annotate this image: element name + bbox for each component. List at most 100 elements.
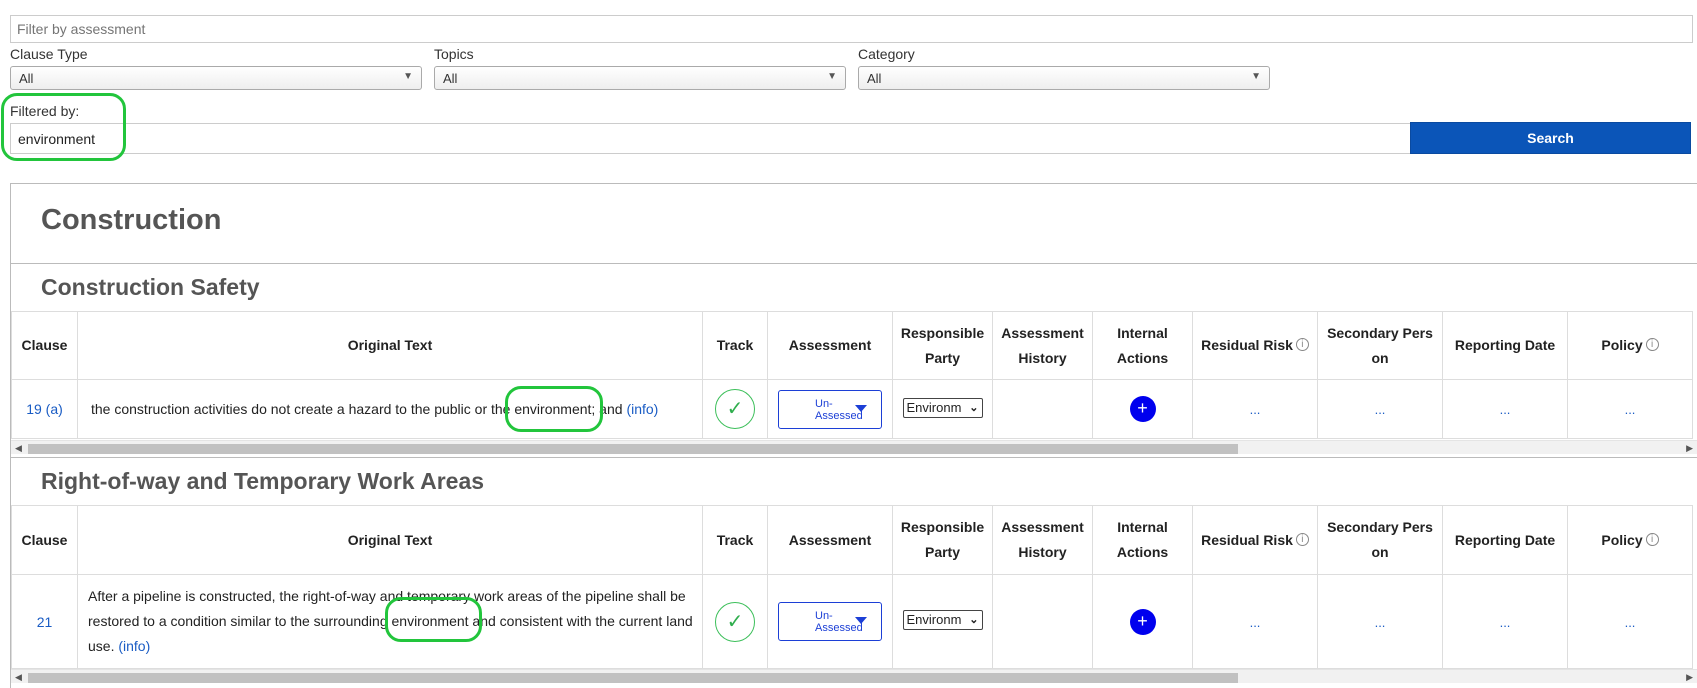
scroll-right-icon[interactable]: ▶ <box>1686 443 1693 454</box>
clause-type-select[interactable]: All ▼ <box>10 66 422 90</box>
col-policy: Policy i <box>1567 311 1693 380</box>
col-assessment: Assessment <box>767 505 893 575</box>
caret-down-icon <box>855 404 867 412</box>
search-button[interactable]: Search <box>1410 122 1691 154</box>
col-internal-actions: Internal Actions <box>1092 505 1193 575</box>
policy-cell: ... <box>1567 574 1693 669</box>
secondary-person-cell: ... <box>1317 379 1443 439</box>
col-track: Track <box>702 505 768 575</box>
col-clause: Clause <box>11 505 78 575</box>
info-icon[interactable]: i <box>1295 532 1309 546</box>
filtered-by-input[interactable] <box>10 123 1412 154</box>
info-icon[interactable]: i <box>1645 338 1659 351</box>
responsible-cell: Environm ⌄ <box>892 574 993 669</box>
topics-value: All <box>443 71 458 86</box>
clause-cell: 19 (a) <box>11 379 78 439</box>
page-title: Construction <box>41 204 222 236</box>
search-match: environment <box>514 400 592 417</box>
actions-cell: + <box>1092 574 1193 669</box>
assessment-page: Clause Type All ▼ Topics All ▼ Category … <box>0 0 1697 688</box>
original-text-cell: the construction activities do not creat… <box>77 379 703 439</box>
check-icon[interactable]: ✓ <box>715 389 755 429</box>
col-original-text: Original Text <box>77 505 703 575</box>
info-icon[interactable]: i <box>1645 532 1659 546</box>
chevron-down-icon: ▼ <box>403 71 413 82</box>
residual-risk-value[interactable]: ... <box>1250 402 1261 417</box>
reporting-date-cell: ... <box>1442 379 1568 439</box>
col-residual-risk: Residual Risk i <box>1192 311 1318 380</box>
category-select[interactable]: All ▼ <box>858 66 1270 90</box>
check-icon[interactable]: ✓ <box>715 601 755 642</box>
filtered-by-label: Filtered by: <box>10 103 80 119</box>
reporting-date-value[interactable]: ... <box>1500 402 1511 417</box>
chevron-down-icon: ▼ <box>827 71 837 82</box>
col-responsible-party: Responsible Party <box>892 505 993 575</box>
clause-link[interactable]: 19 (a) <box>26 401 63 417</box>
residual-risk-value[interactable]: ... <box>1250 615 1261 630</box>
info-link[interactable]: (info) <box>626 401 658 417</box>
table-row: 21 After a pipeline is constructed, the … <box>11 574 1693 669</box>
table-header-row: Clause Original Text Track Assessment Re… <box>11 505 1693 575</box>
clause-cell: 21 <box>11 574 78 669</box>
assessment-cell: Un- Assessed <box>767 379 893 439</box>
col-policy: Policy i <box>1567 505 1693 575</box>
section-divider <box>10 457 1697 458</box>
assessment-dropdown[interactable]: Un- Assessed <box>778 602 882 641</box>
secondary-person-value[interactable]: ... <box>1375 402 1386 417</box>
caret-down-icon <box>855 617 867 624</box>
scrollbar-thumb[interactable] <box>28 444 1238 454</box>
policy-cell: ... <box>1567 379 1693 439</box>
col-track: Track <box>702 311 768 380</box>
scroll-left-icon[interactable]: ◀ <box>15 443 22 454</box>
history-cell <box>992 379 1093 439</box>
clause-link[interactable]: 21 <box>37 614 53 630</box>
info-icon[interactable]: i <box>1295 338 1309 351</box>
secondary-person-value[interactable]: ... <box>1375 615 1386 630</box>
col-secondary-person: Secondary Pers on <box>1317 505 1443 575</box>
col-internal-actions: Internal Actions <box>1092 311 1193 380</box>
original-text-cell: After a pipeline is constructed, the rig… <box>77 574 703 669</box>
track-cell: ✓ <box>702 574 768 669</box>
info-link[interactable]: (info) <box>118 638 150 654</box>
assessment-dropdown[interactable]: Un- Assessed <box>778 389 882 429</box>
assessment-cell: Un- Assessed <box>767 574 893 669</box>
history-cell <box>992 574 1093 669</box>
reporting-date-value[interactable]: ... <box>1500 615 1511 630</box>
topics-select[interactable]: All ▼ <box>434 66 846 90</box>
category-label: Category <box>858 46 915 62</box>
col-reporting-date: Reporting Date <box>1442 505 1568 575</box>
track-cell: ✓ <box>702 379 768 439</box>
responsible-cell: Environm ⌄ <box>892 379 993 439</box>
section-divider <box>10 263 1697 264</box>
chevron-down-icon: ⌄ <box>969 614 979 626</box>
secondary-person-cell: ... <box>1317 574 1443 669</box>
policy-value[interactable]: ... <box>1625 402 1636 417</box>
add-action-button[interactable]: + <box>1129 608 1156 635</box>
category-value: All <box>867 71 882 86</box>
responsible-party-select[interactable]: Environm ⌄ <box>902 397 983 418</box>
horizontal-scrollbar[interactable]: ◀ ▶ <box>11 440 1697 454</box>
responsible-party-select[interactable]: Environm ⌄ <box>902 610 983 630</box>
residual-risk-cell: ... <box>1192 379 1318 439</box>
scroll-right-icon[interactable]: ▶ <box>1686 672 1693 683</box>
col-residual-risk: Residual Risk i <box>1192 505 1318 575</box>
col-assessment-history: Assessment History <box>992 505 1093 575</box>
actions-cell: + <box>1092 379 1193 439</box>
horizontal-scrollbar[interactable]: ◀ ▶ <box>11 669 1697 683</box>
chevron-down-icon: ⌄ <box>969 401 979 414</box>
section-title: Construction Safety <box>41 274 260 300</box>
scroll-left-icon[interactable]: ◀ <box>15 672 22 683</box>
assessment-filter-input[interactable] <box>10 15 1693 43</box>
clause-type-label: Clause Type <box>10 46 88 62</box>
clauses-table: Clause Original Text Track Assessment Re… <box>11 505 1693 669</box>
section-title: Right-of-way and Temporary Work Areas <box>41 468 485 494</box>
reporting-date-cell: ... <box>1442 574 1568 669</box>
col-assessment: Assessment <box>767 311 893 380</box>
col-assessment-history: Assessment History <box>992 311 1093 380</box>
clause-type-value: All <box>19 71 34 86</box>
add-action-button[interactable]: + <box>1129 396 1156 422</box>
table-header-row: Clause Original Text Track Assessment Re… <box>11 311 1693 380</box>
scrollbar-thumb[interactable] <box>28 673 1238 683</box>
policy-value[interactable]: ... <box>1625 615 1636 630</box>
search-match: environment <box>391 613 469 629</box>
